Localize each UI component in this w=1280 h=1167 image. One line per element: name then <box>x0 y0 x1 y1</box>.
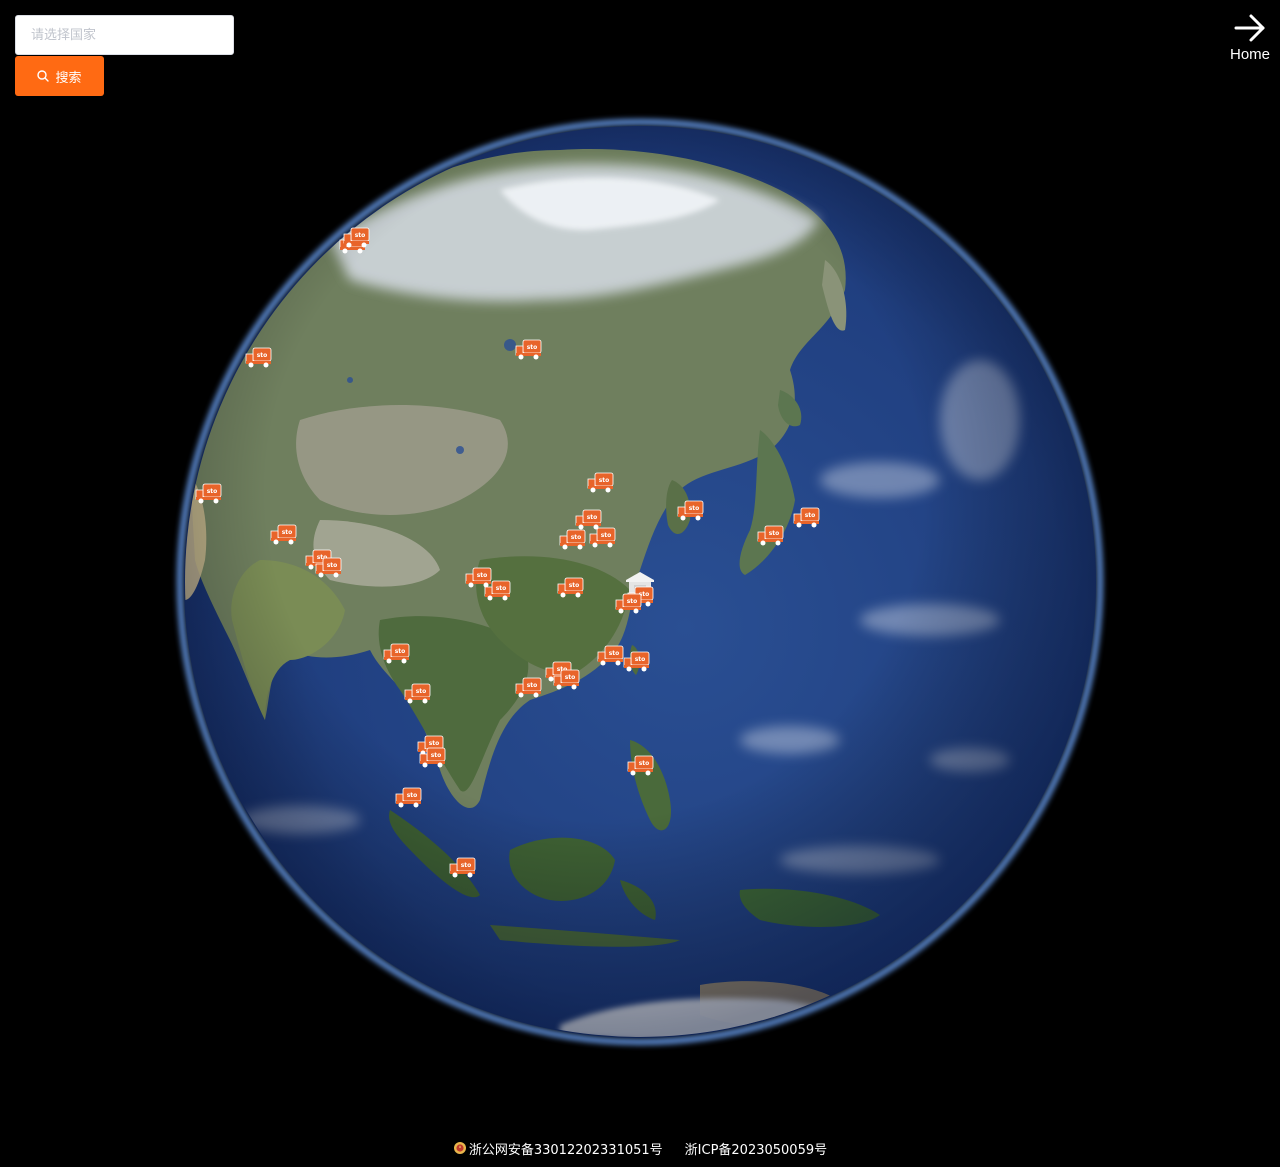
svg-text:sto: sto <box>565 674 576 681</box>
police-badge-icon <box>453 1142 466 1154</box>
globe-map[interactable]: sto sto sto sto sto sto sto sto sto sto sto sto sto s… <box>0 0 1280 1167</box>
svg-text:sto: sto <box>407 792 418 799</box>
home-label: Home <box>1229 46 1270 63</box>
svg-text:sto: sto <box>571 534 582 541</box>
police-record-link[interactable]: 浙公网安备33012202331051号 <box>453 1139 663 1158</box>
svg-text:sto: sto <box>601 532 612 539</box>
search-icon <box>37 70 50 82</box>
icp-record-link[interactable]: 浙ICP备2023050059号 <box>685 1139 827 1158</box>
svg-text:sto: sto <box>635 656 646 663</box>
svg-text:sto: sto <box>477 572 488 579</box>
svg-text:sto: sto <box>805 512 816 519</box>
svg-text:sto: sto <box>496 585 507 592</box>
svg-text:sto: sto <box>639 760 650 767</box>
home-button[interactable]: Home <box>1222 12 1278 70</box>
svg-text:sto: sto <box>429 740 440 747</box>
svg-text:sto: sto <box>416 688 427 695</box>
svg-text:sto: sto <box>627 598 638 605</box>
search-button[interactable]: 搜索 <box>15 56 104 96</box>
app-root: sto sto sto sto sto sto sto sto sto sto sto sto sto s… <box>0 0 1280 1167</box>
svg-text:sto: sto <box>609 650 620 657</box>
svg-text:sto: sto <box>282 529 293 536</box>
svg-text:sto: sto <box>395 648 406 655</box>
svg-text:sto: sto <box>569 582 580 589</box>
country-search-input[interactable] <box>15 15 234 55</box>
svg-text:sto: sto <box>689 505 700 512</box>
svg-text:sto: sto <box>527 344 538 351</box>
svg-text:sto: sto <box>461 862 472 869</box>
icp-record-text: 浙ICP备2023050059号 <box>684 1142 828 1158</box>
svg-text:sto: sto <box>257 352 268 359</box>
footer: 浙公网安备33012202331051号 浙ICP备2023050059号 <box>0 1137 1280 1159</box>
svg-text:sto: sto <box>327 562 338 569</box>
svg-text:sto: sto <box>355 232 366 239</box>
svg-text:sto: sto <box>527 682 538 689</box>
search-button-label: 搜索 <box>55 70 82 86</box>
police-record-text: 浙公网安备33012202331051号 <box>468 1142 663 1158</box>
arrow-right-icon <box>1234 14 1265 42</box>
svg-text:sto: sto <box>599 477 610 484</box>
svg-text:sto: sto <box>769 530 780 537</box>
svg-text:sto: sto <box>431 752 442 759</box>
svg-text:sto: sto <box>587 514 598 521</box>
svg-text:sto: sto <box>207 488 218 495</box>
